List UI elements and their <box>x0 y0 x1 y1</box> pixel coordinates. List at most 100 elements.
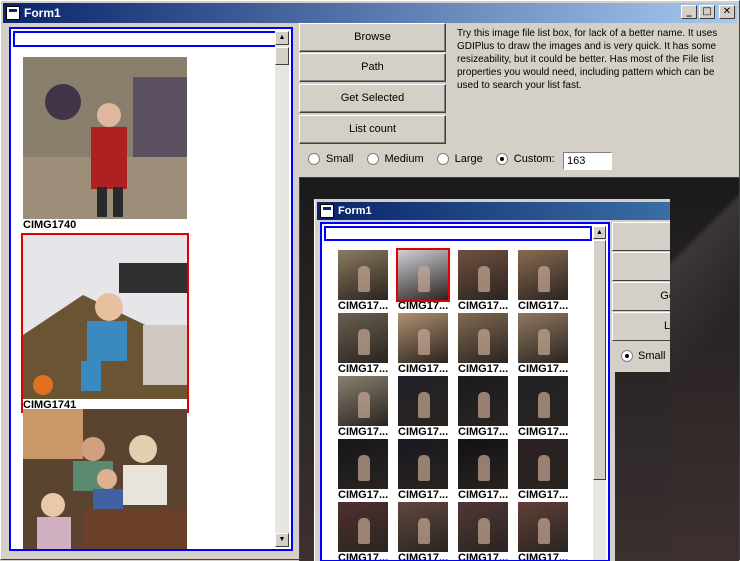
grid-thumbnail-caption: CIMG17... <box>458 489 516 501</box>
path-button[interactable]: Path <box>299 53 446 82</box>
custom-size-input[interactable]: 163 <box>563 152 612 170</box>
inner-scroll-up-icon[interactable]: ▲ <box>593 226 606 239</box>
grid-thumbnail-item[interactable]: CIMG17... <box>338 502 396 560</box>
thumbnail-image <box>23 409 187 549</box>
grid-thumbnail-item[interactable]: CIMG17... <box>338 376 396 438</box>
radio-custom-label: Custom: <box>513 153 555 165</box>
inner-window-title: Form1 <box>338 205 372 217</box>
inner-list-count-button[interactable]: Lis <box>612 312 670 341</box>
inner-title-bar[interactable]: Form1 <box>317 202 670 220</box>
thumbnail-image <box>23 57 187 219</box>
grid-thumbnail-image <box>398 376 448 426</box>
grid-thumbnail-image <box>458 250 508 300</box>
radio-small[interactable]: Small <box>308 153 354 165</box>
inner-app-icon[interactable] <box>320 204 334 218</box>
grid-thumbnail-item[interactable]: CIMG17... <box>518 502 576 560</box>
grid-thumbnail-image <box>338 313 388 363</box>
grid-thumbnail-image <box>396 248 450 302</box>
inner-image-list-box[interactable]: CIMG17... CIMG17... CIMG17... CIMG17... CIMG… <box>320 222 610 561</box>
grid-thumbnail-image <box>458 439 508 489</box>
grid-thumbnail-item[interactable]: CIMG17... <box>398 376 456 438</box>
inner-list-scrollbar[interactable]: ▲ <box>593 226 606 560</box>
grid-thumbnail-item[interactable]: CIMG17... <box>458 376 516 438</box>
grid-thumbnail-item[interactable]: CIMG17... <box>458 313 516 375</box>
size-options: Small Medium Large Custom: <box>308 153 568 165</box>
grid-thumbnail-item[interactable]: CIMG17... <box>458 502 516 560</box>
list-item-selected[interactable]: CIMG1741 <box>21 233 189 413</box>
list-count-button[interactable]: List count <box>299 115 446 144</box>
grid-thumbnail-image <box>338 250 388 300</box>
get-selected-button[interactable]: Get Selected <box>299 84 446 113</box>
title-bar[interactable]: Form1 _ □ ✕ <box>3 3 737 23</box>
grid-thumbnail-image <box>338 376 388 426</box>
grid-thumbnail-caption: CIMG17... <box>398 300 456 312</box>
grid-thumbnail-image <box>518 250 568 300</box>
inner-radio-small[interactable]: Small <box>621 350 666 362</box>
radio-small-label: Small <box>326 153 354 165</box>
grid-thumbnail-caption: CIMG17... <box>458 300 516 312</box>
grid-thumbnail-caption: CIMG17... <box>458 426 516 438</box>
radio-custom[interactable]: Custom: <box>495 153 555 165</box>
list-search-input[interactable] <box>13 31 277 47</box>
grid-thumbnail-caption: CIMG17... <box>458 363 516 375</box>
list-item[interactable] <box>23 409 187 549</box>
main-window: Form1 _ □ ✕ CIMG1740 CIMG1741 ▲ ▼ Browse… <box>0 0 740 561</box>
grid-thumbnail-item[interactable]: CIMG17... <box>396 248 456 312</box>
grid-thumbnail-caption: CIMG17... <box>398 489 456 501</box>
app-icon[interactable] <box>6 6 20 20</box>
grid-thumbnail-item[interactable]: CIMG17... <box>518 250 576 312</box>
grid-thumbnail-item[interactable]: CIMG17... <box>518 439 576 501</box>
scroll-down-icon[interactable]: ▼ <box>275 533 289 547</box>
close-button[interactable]: ✕ <box>719 5 735 19</box>
grid-thumbnail-caption: CIMG17... <box>338 300 396 312</box>
inner-browse-button[interactable]: B <box>612 222 670 251</box>
grid-thumbnail-caption: CIMG17... <box>398 363 456 375</box>
inner-background-image <box>615 372 670 561</box>
radio-large-circle[interactable] <box>436 153 449 165</box>
inner-path-button[interactable] <box>612 252 670 281</box>
window-controls: _ □ ✕ <box>681 5 735 19</box>
grid-thumbnail-item[interactable]: CIMG17... <box>338 313 396 375</box>
image-list-box[interactable]: CIMG1740 CIMG1741 ▲ ▼ <box>9 27 293 551</box>
radio-large[interactable]: Large <box>436 153 483 165</box>
grid-thumbnail-item[interactable]: CIMG17... <box>518 313 576 375</box>
grid-thumbnail-image <box>458 376 508 426</box>
grid-thumbnail-item[interactable]: CIMG17... <box>458 250 516 312</box>
thumbnail-image <box>23 235 187 399</box>
inner-get-selected-button[interactable]: Get <box>612 282 670 311</box>
inner-scroll-thumb[interactable] <box>593 240 606 480</box>
grid-thumbnail-image <box>518 439 568 489</box>
grid-thumbnail-item[interactable]: CIMG17... <box>398 502 456 560</box>
grid-thumbnail-image <box>458 313 508 363</box>
list-scrollbar[interactable]: ▲ ▼ <box>275 31 289 547</box>
maximize-button[interactable]: □ <box>699 5 715 19</box>
browse-button[interactable]: Browse <box>299 23 446 52</box>
scroll-thumb[interactable] <box>275 47 289 65</box>
inner-list-search-input[interactable] <box>324 226 592 241</box>
grid-thumbnail-item[interactable]: CIMG17... <box>338 439 396 501</box>
grid-thumbnail-caption: CIMG17... <box>338 489 396 501</box>
grid-thumbnail-caption: CIMG17... <box>518 489 576 501</box>
grid-thumbnail-item[interactable]: CIMG17... <box>398 439 456 501</box>
radio-custom-circle[interactable] <box>495 153 508 165</box>
grid-thumbnail-caption: CIMG17... <box>398 426 456 438</box>
scroll-up-icon[interactable]: ▲ <box>275 31 289 45</box>
grid-thumbnail-caption: CIMG17... <box>518 363 576 375</box>
grid-thumbnail-caption: CIMG17... <box>338 363 396 375</box>
grid-thumbnail-item[interactable]: CIMG17... <box>338 250 396 312</box>
window-title: Form1 <box>24 6 61 20</box>
radio-medium-circle[interactable] <box>366 153 379 165</box>
inner-window: Form1 CIMG17... CIMG17... CIMG17... CIMG17.… <box>314 199 670 561</box>
radio-medium[interactable]: Medium <box>366 153 424 165</box>
grid-thumbnail-item[interactable]: CIMG17... <box>458 439 516 501</box>
description-text: Try this image file list box, for lack o… <box>457 28 718 91</box>
minimize-button[interactable]: _ <box>681 5 697 19</box>
radio-small-circle[interactable] <box>308 153 320 165</box>
grid-thumbnail-image <box>338 439 388 489</box>
grid-thumbnail-item[interactable]: CIMG17... <box>398 313 456 375</box>
thumbnail-caption: CIMG1740 <box>23 219 187 231</box>
list-item[interactable]: CIMG1740 <box>23 57 187 231</box>
grid-thumbnail-item[interactable]: CIMG17... <box>518 376 576 438</box>
inner-radio-small-label: Small <box>638 350 666 362</box>
inner-radio-small-circle[interactable] <box>621 350 633 362</box>
